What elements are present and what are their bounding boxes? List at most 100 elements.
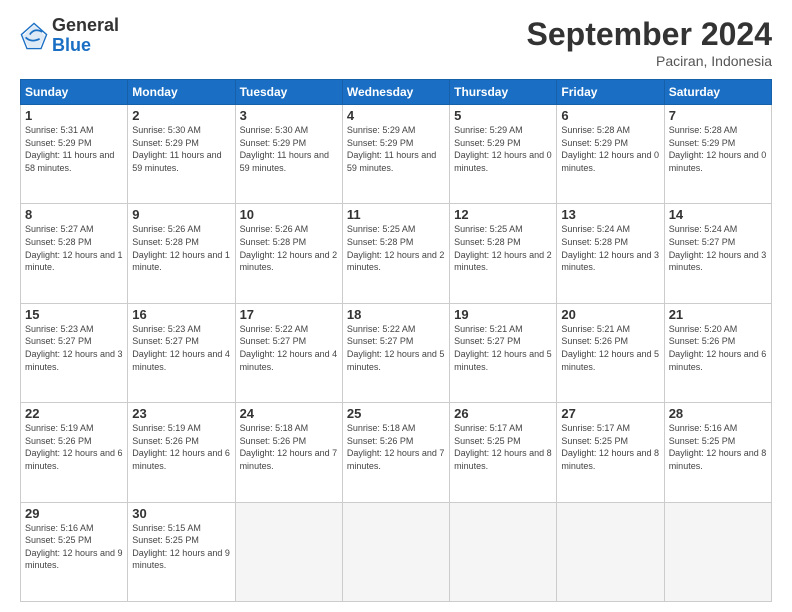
day-number: 7 [669,108,767,123]
table-row: 8 Sunrise: 5:27 AMSunset: 5:28 PMDayligh… [21,204,128,303]
day-number: 22 [25,406,123,421]
table-row: 25 Sunrise: 5:18 AMSunset: 5:26 PMDaylig… [342,403,449,502]
col-sunday: Sunday [21,80,128,105]
table-row: 5 Sunrise: 5:29 AMSunset: 5:29 PMDayligh… [450,105,557,204]
day-info: Sunrise: 5:18 AMSunset: 5:26 PMDaylight:… [240,422,338,472]
day-number: 19 [454,307,552,322]
table-row: 28 Sunrise: 5:16 AMSunset: 5:25 PMDaylig… [664,403,771,502]
day-info: Sunrise: 5:16 AMSunset: 5:25 PMDaylight:… [669,422,767,472]
day-info: Sunrise: 5:26 AMSunset: 5:28 PMDaylight:… [240,223,338,273]
day-number: 18 [347,307,445,322]
day-info: Sunrise: 5:23 AMSunset: 5:27 PMDaylight:… [132,323,230,373]
table-row: 4 Sunrise: 5:29 AMSunset: 5:29 PMDayligh… [342,105,449,204]
day-info: Sunrise: 5:23 AMSunset: 5:27 PMDaylight:… [25,323,123,373]
day-info: Sunrise: 5:22 AMSunset: 5:27 PMDaylight:… [347,323,445,373]
table-row: 9 Sunrise: 5:26 AMSunset: 5:28 PMDayligh… [128,204,235,303]
day-info: Sunrise: 5:16 AMSunset: 5:25 PMDaylight:… [25,522,123,572]
day-number: 27 [561,406,659,421]
table-row [342,502,449,601]
col-saturday: Saturday [664,80,771,105]
table-row: 2 Sunrise: 5:30 AMSunset: 5:29 PMDayligh… [128,105,235,204]
table-row: 18 Sunrise: 5:22 AMSunset: 5:27 PMDaylig… [342,303,449,402]
day-number: 15 [25,307,123,322]
table-row: 11 Sunrise: 5:25 AMSunset: 5:28 PMDaylig… [342,204,449,303]
table-row: 13 Sunrise: 5:24 AMSunset: 5:28 PMDaylig… [557,204,664,303]
day-info: Sunrise: 5:25 AMSunset: 5:28 PMDaylight:… [454,223,552,273]
day-info: Sunrise: 5:19 AMSunset: 5:26 PMDaylight:… [132,422,230,472]
day-info: Sunrise: 5:25 AMSunset: 5:28 PMDaylight:… [347,223,445,273]
day-number: 20 [561,307,659,322]
table-row: 15 Sunrise: 5:23 AMSunset: 5:27 PMDaylig… [21,303,128,402]
table-row: 26 Sunrise: 5:17 AMSunset: 5:25 PMDaylig… [450,403,557,502]
calendar-row: 15 Sunrise: 5:23 AMSunset: 5:27 PMDaylig… [21,303,772,402]
day-info: Sunrise: 5:24 AMSunset: 5:28 PMDaylight:… [561,223,659,273]
day-info: Sunrise: 5:29 AMSunset: 5:29 PMDaylight:… [347,124,445,174]
day-info: Sunrise: 5:17 AMSunset: 5:25 PMDaylight:… [561,422,659,472]
table-row: 10 Sunrise: 5:26 AMSunset: 5:28 PMDaylig… [235,204,342,303]
day-info: Sunrise: 5:15 AMSunset: 5:25 PMDaylight:… [132,522,230,572]
day-info: Sunrise: 5:21 AMSunset: 5:27 PMDaylight:… [454,323,552,373]
table-row: 7 Sunrise: 5:28 AMSunset: 5:29 PMDayligh… [664,105,771,204]
calendar-table: Sunday Monday Tuesday Wednesday Thursday… [20,79,772,602]
day-info: Sunrise: 5:30 AMSunset: 5:29 PMDaylight:… [132,124,230,174]
day-number: 3 [240,108,338,123]
table-row: 24 Sunrise: 5:18 AMSunset: 5:26 PMDaylig… [235,403,342,502]
day-number: 11 [347,207,445,222]
col-thursday: Thursday [450,80,557,105]
table-row: 6 Sunrise: 5:28 AMSunset: 5:29 PMDayligh… [557,105,664,204]
day-info: Sunrise: 5:31 AMSunset: 5:29 PMDaylight:… [25,124,123,174]
logo: General Blue [20,16,119,56]
calendar-row: 29 Sunrise: 5:16 AMSunset: 5:25 PMDaylig… [21,502,772,601]
location: Paciran, Indonesia [527,53,772,69]
table-row: 27 Sunrise: 5:17 AMSunset: 5:25 PMDaylig… [557,403,664,502]
day-number: 28 [669,406,767,421]
table-row [557,502,664,601]
day-number: 8 [25,207,123,222]
day-number: 23 [132,406,230,421]
logo-general: General [52,16,119,36]
table-row: 19 Sunrise: 5:21 AMSunset: 5:27 PMDaylig… [450,303,557,402]
table-row: 30 Sunrise: 5:15 AMSunset: 5:25 PMDaylig… [128,502,235,601]
day-info: Sunrise: 5:27 AMSunset: 5:28 PMDaylight:… [25,223,123,273]
day-number: 30 [132,506,230,521]
table-row: 16 Sunrise: 5:23 AMSunset: 5:27 PMDaylig… [128,303,235,402]
table-row: 20 Sunrise: 5:21 AMSunset: 5:26 PMDaylig… [557,303,664,402]
month-title: September 2024 [527,16,772,53]
logo-text: General Blue [52,16,119,56]
day-info: Sunrise: 5:28 AMSunset: 5:29 PMDaylight:… [561,124,659,174]
table-row: 17 Sunrise: 5:22 AMSunset: 5:27 PMDaylig… [235,303,342,402]
day-number: 2 [132,108,230,123]
day-number: 9 [132,207,230,222]
day-number: 6 [561,108,659,123]
day-number: 21 [669,307,767,322]
day-info: Sunrise: 5:28 AMSunset: 5:29 PMDaylight:… [669,124,767,174]
logo-icon [20,22,48,50]
day-number: 10 [240,207,338,222]
day-number: 17 [240,307,338,322]
day-info: Sunrise: 5:24 AMSunset: 5:27 PMDaylight:… [669,223,767,273]
day-info: Sunrise: 5:21 AMSunset: 5:26 PMDaylight:… [561,323,659,373]
day-info: Sunrise: 5:22 AMSunset: 5:27 PMDaylight:… [240,323,338,373]
calendar-header-row: Sunday Monday Tuesday Wednesday Thursday… [21,80,772,105]
col-wednesday: Wednesday [342,80,449,105]
title-block: September 2024 Paciran, Indonesia [527,16,772,69]
day-info: Sunrise: 5:17 AMSunset: 5:25 PMDaylight:… [454,422,552,472]
col-tuesday: Tuesday [235,80,342,105]
table-row: 22 Sunrise: 5:19 AMSunset: 5:26 PMDaylig… [21,403,128,502]
col-monday: Monday [128,80,235,105]
table-row: 12 Sunrise: 5:25 AMSunset: 5:28 PMDaylig… [450,204,557,303]
day-info: Sunrise: 5:26 AMSunset: 5:28 PMDaylight:… [132,223,230,273]
day-number: 13 [561,207,659,222]
table-row: 14 Sunrise: 5:24 AMSunset: 5:27 PMDaylig… [664,204,771,303]
day-number: 12 [454,207,552,222]
table-row [235,502,342,601]
table-row: 23 Sunrise: 5:19 AMSunset: 5:26 PMDaylig… [128,403,235,502]
table-row: 29 Sunrise: 5:16 AMSunset: 5:25 PMDaylig… [21,502,128,601]
col-friday: Friday [557,80,664,105]
table-row: 21 Sunrise: 5:20 AMSunset: 5:26 PMDaylig… [664,303,771,402]
day-number: 26 [454,406,552,421]
calendar-row: 8 Sunrise: 5:27 AMSunset: 5:28 PMDayligh… [21,204,772,303]
header: General Blue September 2024 Paciran, Ind… [20,16,772,69]
day-info: Sunrise: 5:20 AMSunset: 5:26 PMDaylight:… [669,323,767,373]
day-number: 24 [240,406,338,421]
